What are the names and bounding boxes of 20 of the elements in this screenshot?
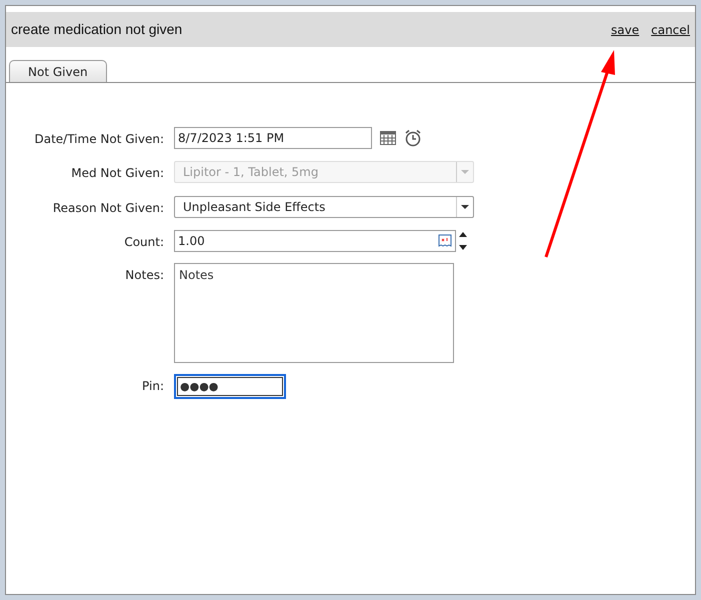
spinner-arrows-icon[interactable] [459, 231, 467, 251]
pin-field[interactable]: ●●●● [174, 374, 286, 399]
caret-icon [461, 170, 469, 174]
count-field[interactable]: 1.00 [174, 230, 456, 252]
field-label: Notes: [125, 268, 164, 282]
date-time-field[interactable]: 8/7/2023 1:51 PM [174, 127, 372, 149]
header-link[interactable]: cancel [651, 20, 690, 38]
field-label: Count: [124, 235, 164, 249]
field-label: Reason Not Given: [52, 201, 164, 215]
dropdown[interactable]: Unpleasant Side Effects [174, 196, 474, 218]
dialog-title: create medication not given [11, 20, 184, 39]
calendar-icon[interactable] [380, 131, 396, 145]
field-label: Pin: [142, 379, 164, 393]
caret-icon [461, 205, 469, 209]
field-label: Med Not Given: [71, 166, 164, 180]
notes-field[interactable]: Notes [174, 263, 454, 363]
alarm-clock-icon[interactable] [404, 129, 422, 147]
tab[interactable]: Not Given [9, 60, 107, 82]
field-label: Date/Time Not Given: [34, 132, 164, 146]
header-link[interactable]: save [611, 20, 640, 38]
